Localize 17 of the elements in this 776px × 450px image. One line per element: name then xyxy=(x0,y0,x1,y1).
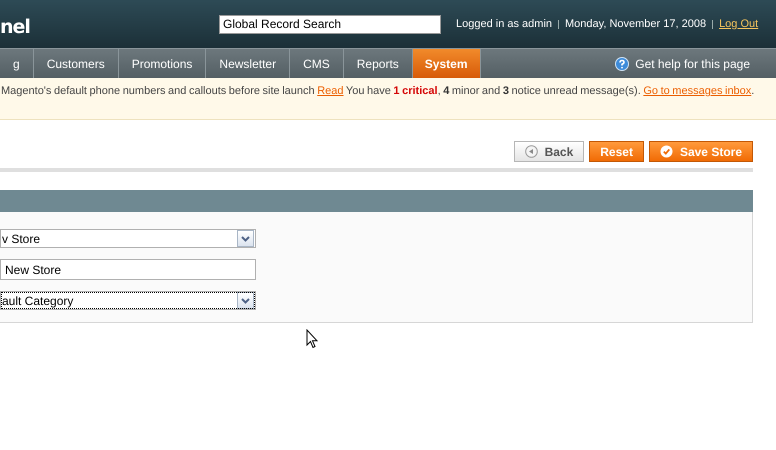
message-link[interactable]: Read xyxy=(317,85,344,97)
date-label: Monday, November 17, 2008 xyxy=(565,18,706,30)
checkmark-icon xyxy=(660,145,673,158)
message-link[interactable]: Go to messages inbox xyxy=(643,85,752,97)
input-field[interactable]: New Store xyxy=(0,259,256,280)
dropdown-field[interactable]: v Store xyxy=(0,229,256,248)
help-icon xyxy=(615,56,630,70)
nav-tab[interactable]: System xyxy=(412,49,480,78)
back-button[interactable]: Back xyxy=(514,141,584,162)
help-link[interactable]: Get help for this page xyxy=(635,56,750,70)
search-field[interactable]: Global Record Search xyxy=(219,14,441,34)
cursor-icon xyxy=(306,329,318,349)
logout-link[interactable]: Log Out xyxy=(719,18,758,30)
dropdown-field[interactable]: ault Category xyxy=(0,291,256,310)
notice-message: Magento's default phone numbers and callouts before site launch Read You have 1 critical, 4 minor and 3 notice unread message(s). Go to messages inbox. xyxy=(1,85,756,97)
user-label: Logged in as admin xyxy=(456,18,552,30)
logo-text: nel xyxy=(0,15,31,38)
